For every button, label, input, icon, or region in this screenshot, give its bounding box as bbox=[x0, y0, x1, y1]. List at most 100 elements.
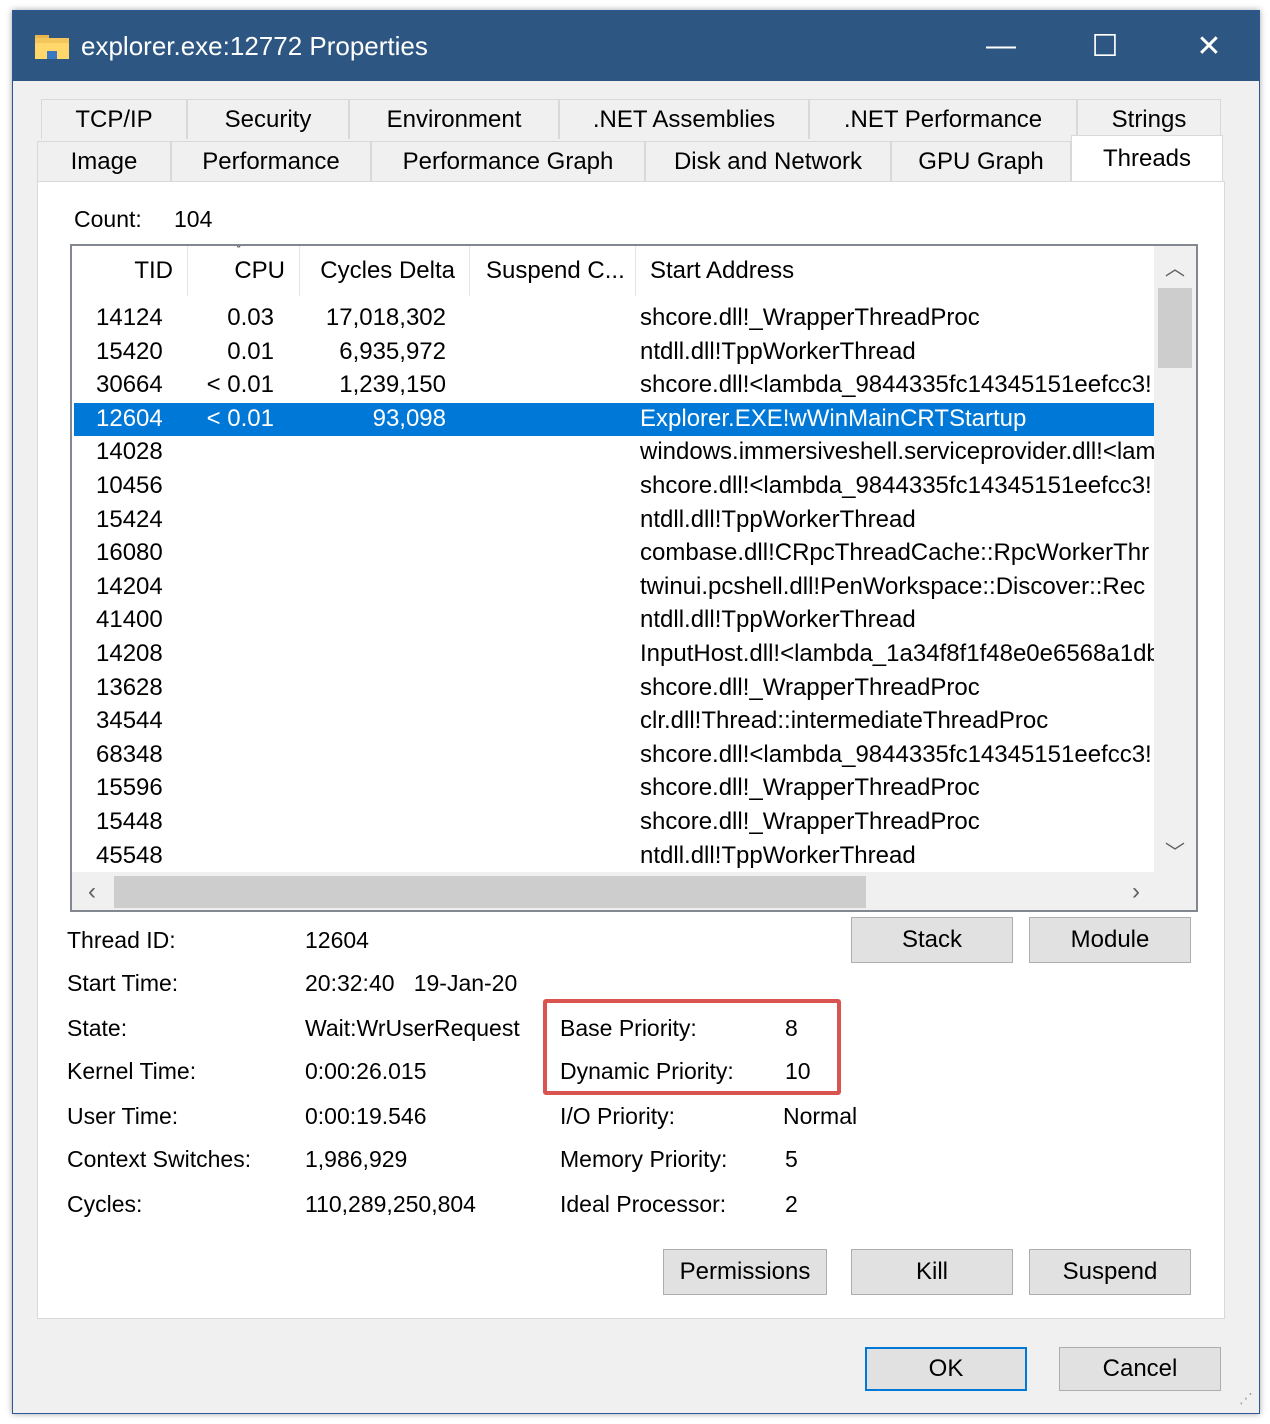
cell-start-address: combase.dll!CRpcThreadCache::RpcWorkerTh… bbox=[640, 539, 1150, 566]
table-row[interactable]: 15596 shcore.dll!_WrapperThreadProc bbox=[74, 772, 1154, 805]
tab-net-assemblies[interactable]: .NET Assemblies bbox=[559, 99, 809, 139]
cell-tid: 15424 bbox=[96, 506, 163, 533]
properties-window: explorer.exe:12772 Properties — ☐ ✕ TCP/… bbox=[12, 10, 1260, 1414]
cell-cycles-delta: 1,239,150 bbox=[339, 371, 446, 398]
cell-start-address: windows.immersiveshell.serviceprovider.d… bbox=[640, 438, 1154, 465]
list-header: TID ˇ CPU Cycles Delta Suspend C... Star… bbox=[72, 246, 1154, 296]
cell-tid: 16080 bbox=[96, 539, 163, 566]
ideal-processor-value: 2 bbox=[785, 1191, 798, 1217]
cell-start-address: ntdll.dll!TppWorkerThread bbox=[640, 338, 916, 365]
cell-tid: 41400 bbox=[96, 606, 163, 633]
tab-strings[interactable]: Strings bbox=[1077, 99, 1221, 139]
column-suspend-count[interactable]: Suspend C... bbox=[470, 246, 636, 296]
ok-button[interactable]: OK bbox=[865, 1347, 1027, 1391]
table-row[interactable]: 41400 ntdll.dll!TppWorkerThread bbox=[74, 604, 1154, 637]
table-row[interactable]: 45548 ntdll.dll!TppWorkerThread bbox=[74, 840, 1154, 872]
user-time-label: User Time: bbox=[67, 1103, 179, 1129]
cell-start-address: shcore.dll!_WrapperThreadProc bbox=[640, 774, 980, 801]
table-row[interactable]: 68348 shcore.dll!<lambda_9844335fc1434515… bbox=[74, 739, 1154, 772]
maximize-button[interactable]: ☐ bbox=[1053, 11, 1157, 81]
threads-list[interactable]: TID ˇ CPU Cycles Delta Suspend C... Star… bbox=[70, 244, 1198, 912]
start-time-label: Start Time: bbox=[67, 970, 179, 996]
cell-tid: 15420 bbox=[96, 338, 163, 365]
table-row[interactable]: 14204 twinui.pcshell.dll!PenWorkspace::Di… bbox=[74, 571, 1154, 604]
scroll-down-icon[interactable]: ﹀ bbox=[1154, 830, 1196, 870]
title-bar[interactable]: explorer.exe:12772 Properties — ☐ ✕ bbox=[13, 11, 1259, 81]
memory-priority-value: 5 bbox=[785, 1146, 798, 1172]
vertical-scroll-thumb[interactable] bbox=[1158, 288, 1192, 368]
context-switches-value: 1,986,929 bbox=[305, 1146, 408, 1172]
cell-tid: 10456 bbox=[96, 472, 163, 499]
cell-start-address: shcore.dll!<lambda_9844335fc14345151eefc… bbox=[640, 371, 1152, 398]
list-body: 14124 0.03 17,018,302 shcore.dll!_WrapperTh… bbox=[72, 302, 1154, 872]
minimize-button[interactable]: — bbox=[949, 11, 1053, 81]
count-value: 104 bbox=[174, 206, 213, 232]
horizontal-scroll-thumb[interactable] bbox=[114, 876, 866, 908]
tab-gpu-graph[interactable]: GPU Graph bbox=[891, 141, 1071, 181]
priority-highlight-box bbox=[543, 999, 841, 1095]
cell-start-address: Explorer.EXE!wWinMainCRTStartup bbox=[640, 405, 1027, 432]
scroll-up-icon[interactable]: ︿ bbox=[1154, 246, 1196, 286]
tab-disk-and-network[interactable]: Disk and Network bbox=[645, 141, 891, 181]
cell-cycles-delta: 17,018,302 bbox=[325, 304, 446, 331]
sort-descending-icon: ˇ bbox=[236, 246, 242, 261]
tab-environment[interactable]: Environment bbox=[349, 99, 559, 139]
tab-net-performance[interactable]: .NET Performance bbox=[809, 99, 1077, 139]
scroll-right-icon[interactable]: › bbox=[1116, 872, 1156, 910]
cell-cpu: 0.01 bbox=[227, 338, 274, 365]
tab-image[interactable]: Image bbox=[37, 141, 171, 181]
cell-tid: 30664 bbox=[96, 371, 163, 398]
cell-start-address: shcore.dll!<lambda_9844335fc14345151eefc… bbox=[640, 741, 1152, 768]
stack-button[interactable]: Stack bbox=[851, 917, 1013, 963]
table-row[interactable]: 30664 < 0.01 1,239,150 shcore.dll!<lambda_9… bbox=[74, 369, 1154, 402]
cell-tid: 14204 bbox=[96, 573, 163, 600]
cycles-value: 110,289,250,804 bbox=[305, 1191, 476, 1217]
cancel-button[interactable]: Cancel bbox=[1059, 1347, 1221, 1391]
tab-performance-graph[interactable]: Performance Graph bbox=[371, 141, 645, 181]
cell-tid: 68348 bbox=[96, 741, 163, 768]
thread-id-value: 12604 bbox=[305, 927, 369, 953]
table-row[interactable]: 14208 InputHost.dll!<lambda_1a34f8f1f48e0… bbox=[74, 638, 1154, 671]
table-row[interactable]: 14028 windows.immersiveshell.serviceprovi… bbox=[74, 436, 1154, 469]
resize-grip-icon[interactable]: ⋰ bbox=[1239, 1390, 1253, 1407]
table-row[interactable]: 16080 combase.dll!CRpcThreadCache::RpcWor… bbox=[74, 537, 1154, 570]
table-row[interactable]: 15448 shcore.dll!_WrapperThreadProc bbox=[74, 806, 1154, 839]
scroll-left-icon[interactable]: ‹ bbox=[72, 872, 112, 910]
cell-tid: 15448 bbox=[96, 808, 163, 835]
kill-button[interactable]: Kill bbox=[851, 1249, 1013, 1295]
table-row[interactable]: 15424 ntdll.dll!TppWorkerThread bbox=[74, 504, 1154, 537]
kernel-time-label: Kernel Time: bbox=[67, 1058, 197, 1084]
tab-security[interactable]: Security bbox=[187, 99, 349, 139]
table-row[interactable]: 15420 0.01 6,935,972 ntdll.dll!TppWorkerThr… bbox=[74, 336, 1154, 369]
thread-id-label: Thread ID: bbox=[67, 927, 176, 953]
close-button[interactable]: ✕ bbox=[1157, 11, 1261, 81]
cell-tid: 34544 bbox=[96, 707, 163, 734]
tab-tcpip[interactable]: TCP/IP bbox=[41, 99, 187, 139]
column-cycles-delta[interactable]: Cycles Delta bbox=[300, 246, 470, 296]
cell-cpu: < 0.01 bbox=[206, 405, 274, 432]
table-row[interactable]: 34544 clr.dll!Thread::intermediateThreadP… bbox=[74, 705, 1154, 738]
cell-start-address: twinui.pcshell.dll!PenWorkspace::Discove… bbox=[640, 573, 1146, 600]
horizontal-scrollbar[interactable]: ‹ › bbox=[72, 872, 1196, 910]
table-row[interactable]: 14124 0.03 17,018,302 shcore.dll!_WrapperTh… bbox=[74, 302, 1154, 335]
table-row[interactable]: 13628 shcore.dll!_WrapperThreadProc bbox=[74, 672, 1154, 705]
column-start-address[interactable]: Start Address bbox=[636, 246, 1154, 296]
cell-start-address: ntdll.dll!TppWorkerThread bbox=[640, 842, 916, 869]
table-row[interactable]: 10456 shcore.dll!<lambda_9844335fc1434515… bbox=[74, 470, 1154, 503]
cell-cycles-delta: 6,935,972 bbox=[339, 338, 446, 365]
permissions-button[interactable]: Permissions bbox=[663, 1249, 827, 1295]
io-priority-value: Normal bbox=[783, 1103, 858, 1129]
column-tid[interactable]: TID bbox=[72, 246, 188, 296]
tab-performance[interactable]: Performance bbox=[171, 141, 371, 181]
suspend-button[interactable]: Suspend bbox=[1029, 1249, 1191, 1295]
cell-tid: 15596 bbox=[96, 774, 163, 801]
column-cpu[interactable]: ˇ CPU bbox=[188, 246, 300, 296]
cycles-label: Cycles: bbox=[67, 1191, 143, 1217]
tab-threads[interactable]: Threads bbox=[1071, 135, 1223, 181]
cell-start-address: clr.dll!Thread::intermediateThreadProc bbox=[640, 707, 1049, 734]
user-time-value: 0:00:19.546 bbox=[305, 1103, 427, 1129]
cell-start-address: shcore.dll!_WrapperThreadProc bbox=[640, 808, 980, 835]
table-row-selected[interactable]: 12604 < 0.01 93,098 Explorer.EXE!wWinMainCR… bbox=[74, 403, 1154, 436]
module-button[interactable]: Module bbox=[1029, 917, 1191, 963]
vertical-scrollbar[interactable]: ︿ ﹀ bbox=[1154, 246, 1196, 872]
